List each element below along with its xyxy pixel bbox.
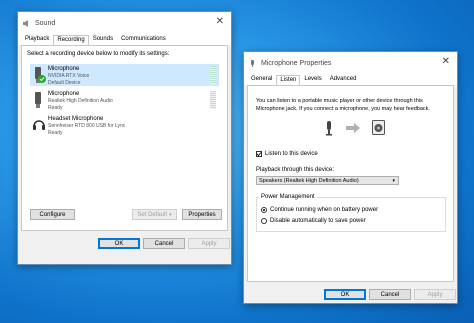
properties-tabs: General Listen Levels Advanced xyxy=(244,74,457,86)
device-item-rtx-voice[interactable]: Microphone NVIDIA RTX Voice Default Devi… xyxy=(30,64,219,86)
power-management-title: Power Management xyxy=(259,194,317,200)
listen-checkbox[interactable] xyxy=(256,151,262,157)
chevron-down-icon: ▾ xyxy=(169,211,172,218)
continue-running-label: Continue running when on battery power xyxy=(270,207,379,213)
arrow-right-icon xyxy=(346,123,360,135)
speaker-icon xyxy=(372,120,385,137)
sound-tabs: Playback Recording Sounds Communications xyxy=(18,34,231,46)
apply-button[interactable]: Apply xyxy=(414,289,456,300)
playback-device-select[interactable]: Speakers (Realtek High Definition Audio)… xyxy=(256,176,399,185)
microphone-default-icon xyxy=(32,66,46,84)
device-name: Microphone xyxy=(48,91,80,97)
device-name: Headset Microphone xyxy=(48,116,104,122)
close-icon[interactable]: ✕ xyxy=(216,17,224,27)
sound-window: Sound ✕ Playback Recording Sounds Commun… xyxy=(17,11,232,265)
sound-titlebar[interactable]: Sound ✕ xyxy=(18,12,231,34)
device-name: Microphone xyxy=(48,66,80,72)
instruction-text: Select a recording device below to modif… xyxy=(27,51,170,57)
close-icon[interactable]: ✕ xyxy=(442,57,450,67)
cancel-button[interactable]: Cancel xyxy=(369,289,411,300)
tab-playback[interactable]: Playback xyxy=(21,34,53,45)
device-driver: Sennheiser RTD 800 USB for Lync xyxy=(48,123,126,129)
disable-automatically-radio[interactable] xyxy=(261,218,267,224)
listen-checkbox-label: Listen to this device xyxy=(265,151,318,157)
properties-titlebar[interactable]: Microphone Properties ✕ xyxy=(244,52,457,74)
device-status: Ready xyxy=(48,130,63,136)
continue-running-radio[interactable] xyxy=(261,207,267,213)
power-management-group xyxy=(256,197,446,232)
tab-sounds[interactable]: Sounds xyxy=(89,34,117,45)
device-item-realtek[interactable]: Microphone Realtek High Definition Audio… xyxy=(30,89,219,111)
properties-button[interactable]: Properties xyxy=(182,209,222,220)
recording-panel: Select a recording device below to modif… xyxy=(21,45,228,231)
microphone-jack-icon xyxy=(323,120,335,138)
ok-button[interactable]: OK xyxy=(324,289,366,300)
apply-button[interactable]: Apply xyxy=(188,238,230,249)
listen-panel: You can listen to a portable music playe… xyxy=(247,85,454,282)
sound-window-title: Sound xyxy=(35,19,56,27)
device-status: Ready xyxy=(48,105,63,111)
device-status: Default Device xyxy=(48,80,81,86)
microphone-icon xyxy=(32,91,44,109)
ok-button[interactable]: OK xyxy=(98,238,140,249)
set-default-label: Set Default xyxy=(137,211,168,218)
speaker-icon xyxy=(22,19,31,28)
microphone-icon xyxy=(248,59,257,68)
tab-levels[interactable]: Levels xyxy=(300,74,325,85)
device-driver: Realtek High Definition Audio xyxy=(48,98,113,104)
tab-communications[interactable]: Communications xyxy=(117,34,170,45)
disable-automatically-label: Disable automatically to save power xyxy=(270,218,366,224)
device-item-headset[interactable]: Headset Microphone Sennheiser RTD 800 US… xyxy=(30,114,219,136)
device-list: Microphone NVIDIA RTX Voice Default Devi… xyxy=(26,62,223,202)
listen-description: You can listen to a portable music playe… xyxy=(256,98,430,112)
chevron-down-icon: ▾ xyxy=(392,178,395,184)
level-meter xyxy=(210,91,216,109)
set-default-button[interactable]: Set Default ▾ xyxy=(132,209,177,220)
headset-icon xyxy=(32,116,45,134)
configure-button[interactable]: Configure xyxy=(30,209,75,220)
cancel-button[interactable]: Cancel xyxy=(143,238,185,249)
properties-window: Microphone Properties ✕ General Listen L… xyxy=(243,51,458,304)
properties-window-title: Microphone Properties xyxy=(261,59,332,67)
tab-general[interactable]: General xyxy=(247,74,276,85)
playback-device-value: Speakers (Realtek High Definition Audio) xyxy=(259,178,359,184)
tab-advanced[interactable]: Advanced xyxy=(326,74,361,85)
playback-label: Playback through this device: xyxy=(256,167,335,173)
level-meter xyxy=(210,66,216,84)
device-driver: NVIDIA RTX Voice xyxy=(48,73,90,79)
